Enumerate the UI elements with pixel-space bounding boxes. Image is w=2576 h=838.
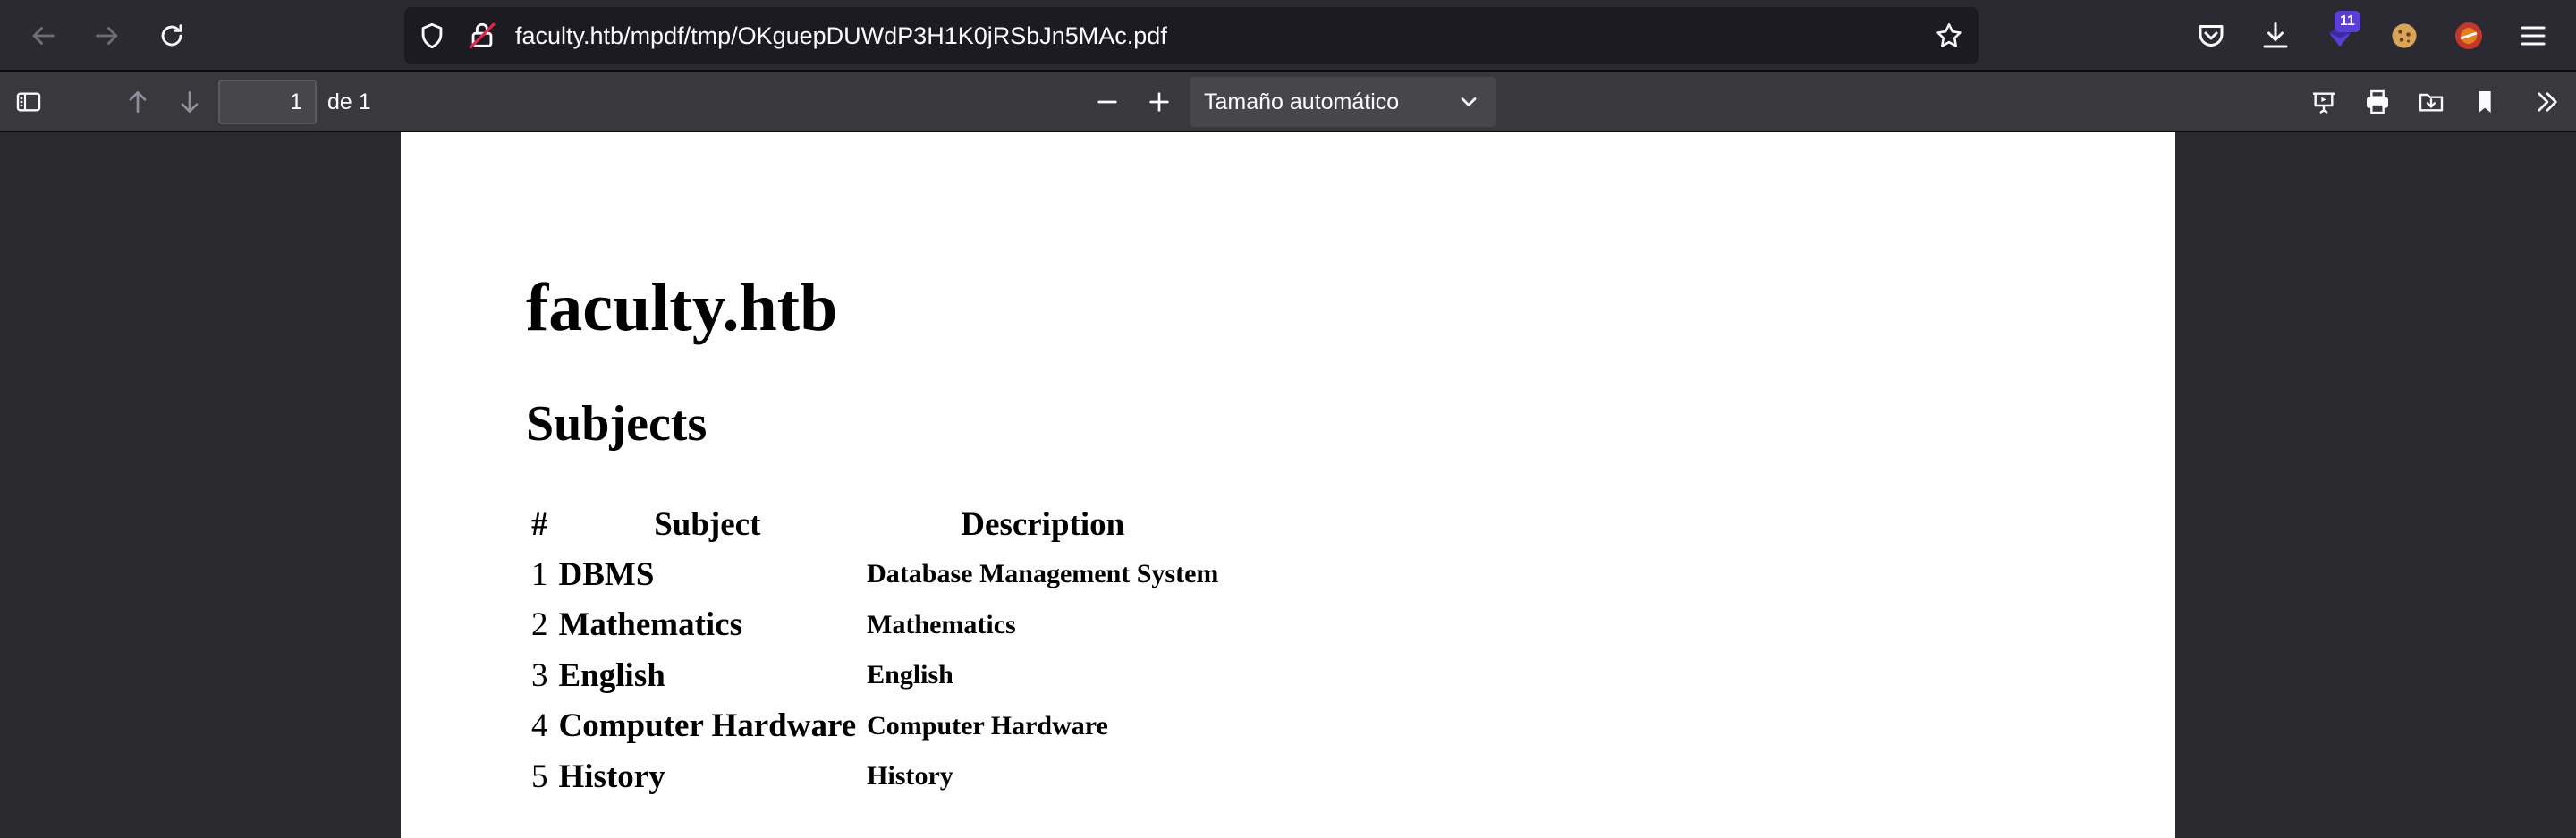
extension-avatar-icon[interactable] — [2453, 20, 2485, 52]
row-subject: History — [558, 758, 665, 795]
zoom-out-button[interactable] — [1089, 84, 1125, 120]
download-icon[interactable] — [2259, 20, 2292, 52]
zoom-in-button[interactable] — [1141, 84, 1177, 120]
table-row: 3 English English — [526, 650, 1224, 701]
page-number-input[interactable]: 1 — [218, 80, 317, 124]
row-description: English — [867, 660, 953, 690]
minus-icon — [1097, 100, 1117, 104]
row-subject: English — [558, 656, 665, 694]
row-description: Computer Hardware — [867, 710, 1108, 741]
column-header-subject: Subject — [654, 505, 761, 543]
row-number: 2 — [531, 606, 548, 644]
zoom-select-value: Tamaño automático — [1204, 89, 1400, 114]
row-subject: Computer Hardware — [558, 707, 857, 745]
reload-button[interactable] — [150, 14, 193, 57]
sidebar-icon — [16, 92, 41, 112]
row-number: 3 — [531, 656, 548, 694]
star-icon[interactable] — [1934, 21, 1964, 51]
browser-navbar: faculty.htb/mpdf/tmp/OKguepDUWdP3H1K0jRS… — [0, 0, 2576, 72]
presentation-mode-button[interactable] — [2306, 84, 2342, 120]
table-header-row: # Subject Description — [526, 499, 1224, 549]
pdf-page: faculty.htb Subjects # Subject Descripti… — [401, 132, 2175, 838]
row-number: 5 — [531, 758, 548, 795]
arrow-left-icon — [32, 27, 55, 45]
pocket-icon[interactable] — [2195, 20, 2227, 52]
sidebar-toggle-button[interactable] — [11, 84, 47, 120]
table-row: 4 Computer Hardware Computer Hardware — [526, 701, 1224, 752]
cookie-icon[interactable] — [2388, 20, 2420, 52]
next-page-button[interactable] — [172, 84, 208, 120]
double-chevron-right-icon — [2538, 92, 2557, 112]
row-subject: Mathematics — [558, 606, 743, 644]
bookmark-button[interactable] — [2467, 84, 2503, 120]
column-header-description: Description — [961, 505, 1125, 543]
table-row: 1 DBMS Database Management System — [526, 549, 1224, 600]
plus-icon — [1149, 92, 1169, 112]
previous-page-button[interactable] — [120, 84, 156, 120]
back-button[interactable] — [21, 14, 64, 57]
document-subtitle: Subjects — [526, 396, 708, 452]
row-description: Database Management System — [867, 559, 1219, 589]
printer-icon — [2367, 89, 2388, 114]
save-button[interactable] — [2413, 84, 2449, 120]
url-text[interactable]: faculty.htb/mpdf/tmp/OKguepDUWdP3H1K0jRS… — [515, 7, 1167, 64]
row-number: 4 — [531, 707, 548, 745]
folder-download-icon — [2419, 93, 2444, 112]
row-description: History — [867, 761, 953, 791]
table-row: 5 History History — [526, 751, 1224, 802]
table-row: 2 Mathematics Mathematics — [526, 600, 1224, 651]
page-count-label: de 1 — [327, 89, 371, 114]
subjects-table: # Subject Description 1 DBMS Database Ma… — [526, 499, 1224, 802]
bookmark-icon — [2479, 91, 2491, 113]
shield-icon[interactable] — [417, 21, 447, 51]
row-subject: DBMS — [558, 555, 655, 593]
reload-icon — [161, 24, 182, 47]
arrow-down-icon — [181, 91, 199, 113]
presentation-icon — [2313, 92, 2334, 114]
pdf-viewer[interactable]: faculty.htb Subjects # Subject Descripti… — [0, 132, 2576, 838]
forward-button[interactable] — [86, 14, 129, 57]
document-title: faculty.htb — [526, 270, 838, 345]
address-bar[interactable]: faculty.htb/mpdf/tmp/OKguepDUWdP3H1K0jRS… — [404, 7, 1979, 64]
tools-button[interactable] — [2529, 84, 2565, 120]
extension-badge: 11 — [2334, 11, 2360, 32]
zoom-select[interactable]: Tamaño automático — [1190, 77, 1496, 127]
insecure-lock-icon[interactable] — [467, 21, 497, 51]
print-button[interactable] — [2360, 84, 2395, 120]
row-description: Mathematics — [867, 609, 1016, 639]
chevron-down-icon — [1461, 97, 1477, 106]
arrow-right-icon — [96, 27, 118, 45]
hamburger-menu-icon[interactable] — [2517, 20, 2549, 52]
row-number: 1 — [531, 555, 548, 593]
arrow-up-icon — [129, 91, 147, 113]
column-header-number: # — [531, 505, 548, 543]
